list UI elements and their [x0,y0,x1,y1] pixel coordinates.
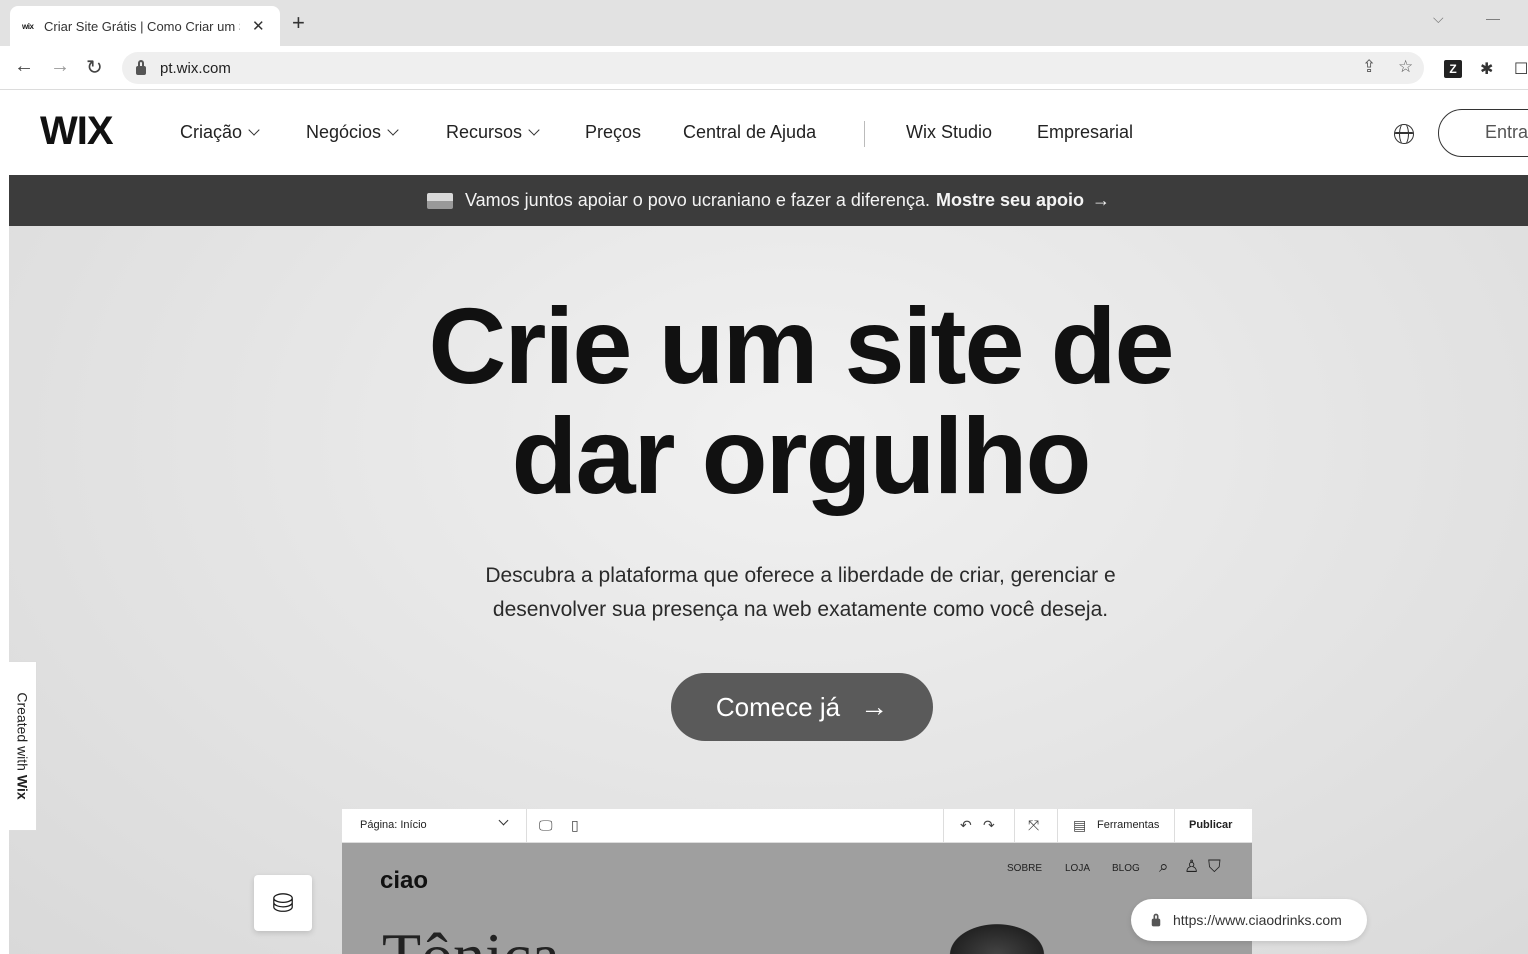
login-button[interactable]: Entrar [1438,109,1528,157]
forward-icon[interactable]: → [50,55,70,78]
user-icon[interactable]: ♙ [1184,857,1199,877]
hero-subtitle-line-2: desenvolver sua presença na web exatamen… [492,598,1109,621]
menu-wix-studio[interactable]: Wix Studio [906,122,992,143]
tab-title: Criar Site Grátis | Como Criar um Site [44,18,240,34]
start-now-label: Comece já [715,691,841,722]
site-header: WIX Criação Negócios Recursos Preços Cen… [9,91,1528,175]
ciao-hero-text: Tônica [382,919,560,954]
ukraine-support-banner: Vamos juntos apoiar o povo ucraniano e f… [9,175,1528,226]
toolbar-divider [1014,809,1015,843]
tab-search-icon[interactable]: ⌵ [1433,10,1444,27]
address-bar[interactable]: pt.wix.com ⇪ ☆ [122,52,1424,84]
editor-preview: Página: Início 🖵 ▯ ↶ ↷ ⤧ ▤ Ferramentas P… [342,809,1252,954]
menu-criacao[interactable]: Criação [180,122,260,143]
side-panel-icon[interactable]: ☐ [1514,59,1528,79]
menu-negocios[interactable]: Negócios [306,122,399,143]
created-with-wix-tab[interactable]: Created with Wix [9,661,37,831]
banner-support-link[interactable]: Mostre seu apoio [936,190,1084,211]
editor-toolbar: Página: Início 🖵 ▯ ↶ ↷ ⤧ ▤ Ferramentas P… [342,809,1252,843]
tab-close-icon[interactable]: ✕ [252,17,265,35]
hero-title-line-2: dar orgulho [511,395,1092,516]
toolbar-divider [1057,809,1058,843]
ciao-nav-blog[interactable]: BLOG [1112,863,1140,874]
browser-toolbar: ← → ↻ pt.wix.com ⇪ ☆ Z ✱ ☐ [0,46,1528,90]
mobile-view-icon[interactable]: ▯ [571,817,579,834]
created-with-text: Created with [14,692,31,771]
extensions-puzzle-icon[interactable]: ✱ [1480,59,1493,79]
ciao-logo: ciao [380,867,429,894]
browser-tabstrip: wix Criar Site Grátis | Como Criar um Si… [0,0,1528,46]
database-stack-icon[interactable]: ⛁ [254,875,312,931]
share-icon[interactable]: ⇪ [1362,57,1376,77]
zoom-out-icon[interactable]: ⤧ [1028,817,1039,834]
toolbar-divider [943,809,944,843]
menu-divider [864,121,865,147]
hero-subtitle-line-1: Descubra a plataforma que oferece a libe… [485,564,1116,587]
chevron-down-icon [528,124,540,136]
back-icon[interactable]: ← [14,55,34,78]
toolbar-divider [526,809,527,843]
hero-title-line-1: Crie um site de [428,285,1174,406]
ukraine-flag-icon [427,192,453,209]
menu-negocios-label: Negócios [306,122,382,142]
menu-criacao-label: Criação [180,122,243,142]
lock-icon [1151,913,1161,926]
search-icon[interactable]: ⌕ [1159,857,1169,877]
created-with-brand: Wix [14,774,31,800]
tools-button[interactable]: Ferramentas [1097,819,1159,831]
menu-central-ajuda[interactable]: Central de Ajuda [683,122,816,143]
site-url-text: https://www.ciaodrinks.com [1173,912,1342,928]
arrow-right-icon[interactable]: → [1092,190,1110,211]
zotero-extension-icon[interactable]: Z [1444,60,1462,78]
arrow-right-icon: → [860,691,889,722]
undo-icon[interactable]: ↶ [960,817,972,834]
site-url-pill: https://www.ciaodrinks.com [1131,899,1367,941]
publish-button[interactable]: Publicar [1189,819,1232,831]
page-viewport: WIX Criação Negócios Recursos Preços Cen… [9,91,1528,954]
start-now-button[interactable]: Comece já → [671,673,933,741]
redo-icon[interactable]: ↷ [983,817,995,834]
url-text[interactable]: pt.wix.com [160,60,231,77]
bookmark-star-icon[interactable]: ☆ [1398,57,1413,77]
desktop-view-icon[interactable]: 🖵 [539,817,553,834]
wix-logo[interactable]: WIX [40,109,114,154]
page-select[interactable]: Página: Início [360,819,427,831]
hero-title: Crie um site de dar orgulho [9,291,1528,511]
toolbar-divider [1174,809,1175,843]
menu-recursos[interactable]: Recursos [446,122,540,143]
ciao-nav-sobre[interactable]: SOBRE [1007,863,1042,874]
lock-icon[interactable] [136,59,146,75]
chevron-down-icon [248,124,260,136]
ciao-nav-loja[interactable]: LOJA [1065,863,1090,874]
language-globe-icon[interactable] [1394,124,1414,144]
menu-precos[interactable]: Preços [585,122,641,143]
reload-icon[interactable]: ↻ [86,55,103,80]
minimize-icon[interactable]: — [1486,10,1500,26]
created-with-label: Created with Wix [15,692,31,799]
shopping-bag-icon[interactable]: ⛉ [1208,857,1221,877]
banner-text: Vamos juntos apoiar o povo ucraniano e f… [465,190,930,210]
menu-empresarial[interactable]: Empresarial [1037,122,1133,143]
new-tab-button[interactable]: + [292,10,305,36]
product-bottle-image [942,919,1052,954]
wix-favicon-icon: wix [22,21,34,31]
menu-recursos-label: Recursos [446,122,523,142]
browser-tab[interactable]: wix Criar Site Grátis | Como Criar um Si… [10,6,280,46]
tools-icon[interactable]: ▤ [1073,817,1086,834]
chevron-down-icon[interactable] [498,815,509,826]
chevron-down-icon [387,124,399,136]
hero-subtitle: Descubra a plataforma que oferece a libe… [9,559,1528,627]
